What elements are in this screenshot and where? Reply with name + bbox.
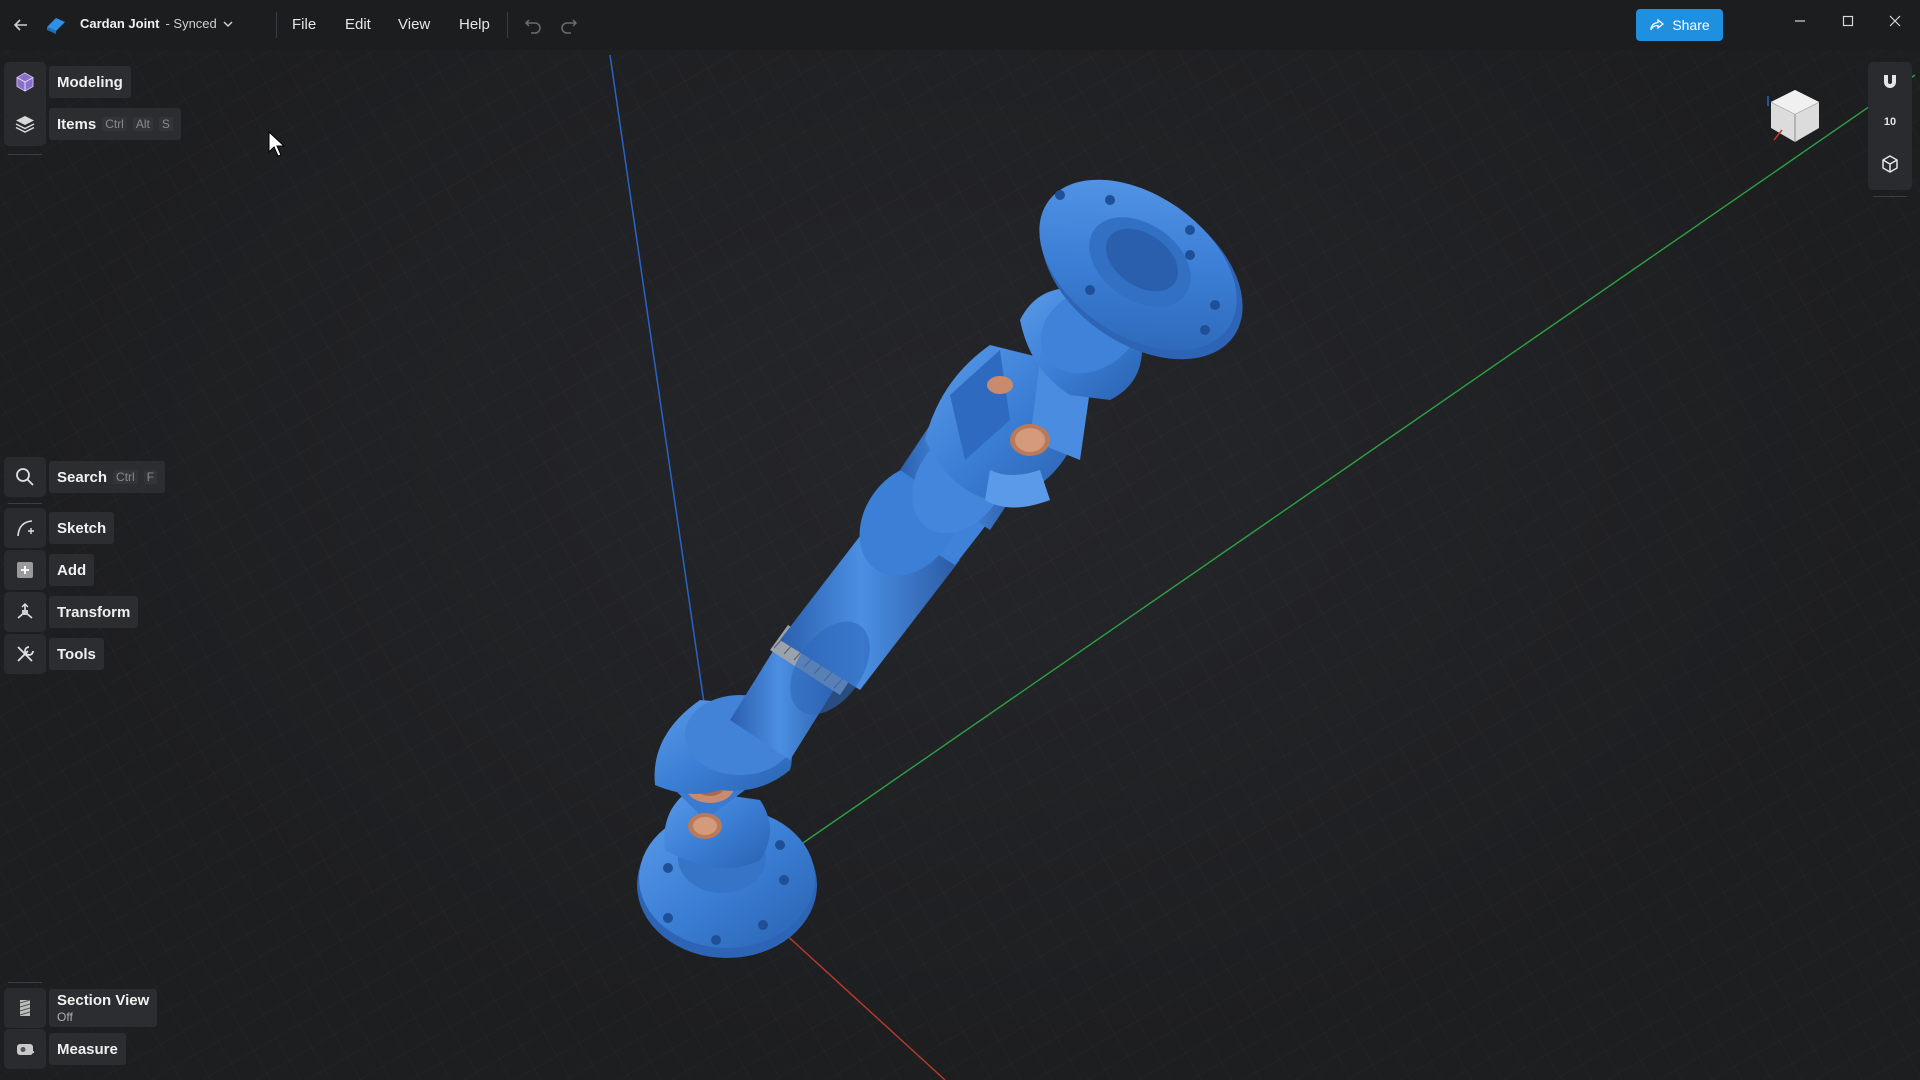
shortcut-key: F bbox=[143, 470, 158, 484]
search-icon[interactable] bbox=[4, 457, 46, 497]
shortcut-key: Ctrl bbox=[113, 470, 138, 484]
tools-tool[interactable]: Tools bbox=[4, 634, 104, 674]
divider bbox=[8, 982, 42, 983]
grid-size-button[interactable]: 10 bbox=[1874, 106, 1906, 138]
sync-status: - Synced bbox=[165, 16, 217, 31]
divider bbox=[507, 12, 508, 38]
close-icon[interactable] bbox=[1875, 6, 1915, 36]
shortcut-key: S bbox=[158, 117, 173, 131]
share-label: Share bbox=[1672, 17, 1710, 33]
transform-label: Transform bbox=[49, 596, 139, 628]
modeling-cube-icon[interactable] bbox=[4, 62, 46, 102]
undo-icon[interactable] bbox=[520, 12, 546, 38]
title-bar: Cardan Joint - Synced File Edit View Hel… bbox=[0, 0, 1920, 50]
view-mode-icon[interactable] bbox=[1874, 148, 1906, 180]
section-view-state: Off bbox=[57, 1010, 73, 1024]
menu-edit[interactable]: Edit bbox=[345, 16, 371, 33]
divider bbox=[1873, 196, 1907, 197]
share-icon bbox=[1650, 18, 1665, 31]
section-view-label: Section View Off bbox=[49, 989, 158, 1027]
shortcut-key: Ctrl bbox=[102, 117, 127, 131]
z-axis-line bbox=[609, 54, 706, 711]
measure-label: Measure bbox=[49, 1033, 126, 1065]
chevron-down-icon bbox=[223, 20, 233, 27]
document-name: Cardan Joint bbox=[80, 16, 160, 31]
cardan-joint-model[interactable] bbox=[0, 50, 1920, 1080]
measure-tool[interactable]: Measure bbox=[4, 1029, 126, 1069]
section-view-tool[interactable]: Section View Off bbox=[4, 988, 158, 1028]
menu-file[interactable]: File bbox=[292, 16, 316, 33]
divider bbox=[276, 12, 277, 38]
share-button[interactable]: Share bbox=[1636, 9, 1723, 41]
transform-icon[interactable] bbox=[4, 592, 46, 632]
menu-help[interactable]: Help bbox=[459, 16, 490, 33]
add-label: Add bbox=[49, 554, 95, 586]
x-axis-line bbox=[769, 919, 946, 1080]
shortcut-key: Alt bbox=[132, 117, 153, 131]
mouse-cursor-icon bbox=[267, 130, 287, 158]
items-text: Items bbox=[57, 115, 97, 133]
section-view-icon[interactable] bbox=[4, 988, 46, 1028]
search-text: Search bbox=[57, 468, 108, 486]
measure-tape-icon[interactable] bbox=[4, 1029, 46, 1069]
grid-size-value: 10 bbox=[1883, 116, 1897, 128]
back-arrow-icon[interactable] bbox=[8, 12, 34, 38]
app-logo-icon bbox=[44, 13, 68, 37]
modeling-label: Modeling bbox=[49, 66, 131, 98]
view-cube[interactable] bbox=[1760, 82, 1830, 152]
sketch-curve-icon[interactable] bbox=[4, 508, 46, 548]
section-view-text: Section View bbox=[57, 992, 150, 1009]
sketch-label: Sketch bbox=[49, 512, 115, 544]
3d-viewport[interactable] bbox=[0, 50, 1920, 1080]
modeling-mode[interactable]: Modeling bbox=[4, 62, 131, 102]
divider bbox=[8, 154, 42, 155]
transform-tool[interactable]: Transform bbox=[4, 592, 139, 632]
magnet-snap-icon[interactable] bbox=[1874, 66, 1906, 98]
minimize-icon[interactable] bbox=[1780, 6, 1820, 36]
add-cube-icon[interactable] bbox=[4, 550, 46, 590]
items-label: Items Ctrl Alt S bbox=[49, 108, 181, 140]
layers-icon[interactable] bbox=[4, 104, 46, 144]
view-toolbar: 10 bbox=[1868, 62, 1912, 190]
maximize-icon[interactable] bbox=[1828, 6, 1868, 36]
items-panel[interactable]: Items Ctrl Alt S bbox=[4, 104, 181, 144]
add-tool[interactable]: Add bbox=[4, 550, 95, 590]
redo-icon[interactable] bbox=[556, 12, 582, 38]
search-tool[interactable]: Search Ctrl F bbox=[4, 457, 166, 497]
document-title[interactable]: Cardan Joint - Synced bbox=[80, 16, 233, 31]
search-label: Search Ctrl F bbox=[49, 461, 166, 493]
divider bbox=[8, 503, 42, 504]
menu-view[interactable]: View bbox=[398, 16, 430, 33]
tools-label: Tools bbox=[49, 638, 104, 670]
wrench-screwdriver-icon[interactable] bbox=[4, 634, 46, 674]
sketch-tool[interactable]: Sketch bbox=[4, 508, 115, 548]
